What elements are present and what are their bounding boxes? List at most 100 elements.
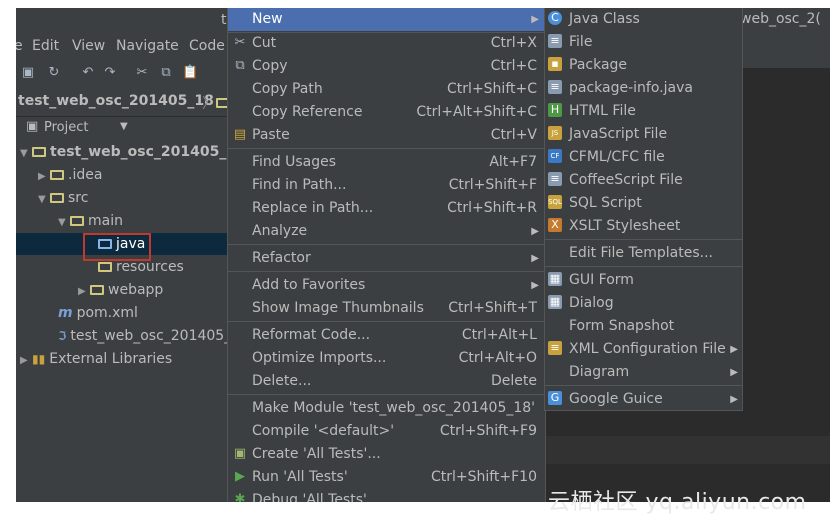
breadcrumb: test_web_osc_201405_18 〉 bbox=[16, 90, 236, 114]
menu-item-reformat-code[interactable]: Reformat Code... Ctrl+Alt+L bbox=[228, 324, 545, 347]
menu-item-debug-all-tests[interactable]: ✱ Debug 'All Tests' bbox=[228, 489, 545, 502]
submenu-item-file[interactable]: ≡ File bbox=[545, 31, 742, 54]
submenu-item-label: Diagram bbox=[569, 364, 630, 380]
window-title-left: t bbox=[221, 12, 227, 28]
separator bbox=[228, 321, 545, 322]
menu-item-copy-path[interactable]: Copy Path Ctrl+Shift+C bbox=[228, 78, 545, 101]
menu-item-make-module[interactable]: Make Module 'test_web_osc_201405_18' bbox=[228, 397, 545, 420]
module-file-icon: ℑ bbox=[58, 329, 67, 343]
tree-item-resources[interactable]: resources bbox=[98, 256, 184, 278]
tree-item-project-root[interactable]: ▼ test_web_osc_201405_18 bbox=[20, 141, 246, 163]
submenu-item-javascript-file[interactable]: JS JavaScript File bbox=[545, 123, 742, 146]
menu-item-label: Cut bbox=[252, 35, 277, 51]
menu-item-create-all-tests[interactable]: ▣ Create 'All Tests'... bbox=[228, 443, 545, 466]
submenu-arrow-icon: ▶ bbox=[531, 280, 539, 291]
menu-item-shortcut: Ctrl+Alt+Shift+C bbox=[416, 104, 537, 120]
menu-item-find-usages[interactable]: Find Usages Alt+F7 bbox=[228, 151, 545, 174]
menu-item-add-to-favorites[interactable]: Add to Favorites ▶ bbox=[228, 274, 545, 297]
submenu-item-form-snapshot[interactable]: Form Snapshot bbox=[545, 315, 742, 338]
submenu-item-dialog[interactable]: ▦ Dialog bbox=[545, 292, 742, 315]
expand-arrow-icon[interactable]: ▼ bbox=[58, 212, 70, 234]
menu-item-replace-in-path[interactable]: Replace in Path... Ctrl+Shift+R bbox=[228, 197, 545, 220]
chevron-down-icon[interactable]: ▼ bbox=[120, 121, 128, 132]
submenu-item-coffeescript-file[interactable]: ≡ CoffeeScript File bbox=[545, 169, 742, 192]
tree-item-webapp[interactable]: ▶ webapp bbox=[78, 279, 163, 301]
menu-navigate[interactable]: Navigate bbox=[116, 38, 179, 54]
menu-item-refactor[interactable]: Refactor ▶ bbox=[228, 247, 545, 270]
submenu-item-xslt-stylesheet[interactable]: X XSLT Stylesheet bbox=[545, 215, 742, 238]
tree-item-src[interactable]: ▼ src bbox=[38, 187, 88, 209]
submenu-item-sql-script[interactable]: SQL SQL Script bbox=[545, 192, 742, 215]
menu-item-optimize-imports[interactable]: Optimize Imports... Ctrl+Alt+O bbox=[228, 347, 545, 370]
collapse-arrow-icon[interactable]: ▶ bbox=[38, 166, 50, 188]
submenu-item-edit-file-templates[interactable]: Edit File Templates... bbox=[545, 242, 742, 265]
tree-item-idea[interactable]: ▶ .idea bbox=[38, 164, 102, 186]
module-folder-icon bbox=[32, 147, 46, 157]
folder-icon bbox=[50, 193, 64, 203]
java-class-icon: C bbox=[548, 11, 562, 25]
save-icon[interactable]: ▣ bbox=[20, 65, 36, 81]
redo-icon[interactable]: ↷ bbox=[102, 65, 118, 81]
breadcrumb-project[interactable]: test_web_osc_201405_18 bbox=[18, 93, 214, 109]
menu-item-copy-reference[interactable]: Copy Reference Ctrl+Alt+Shift+C bbox=[228, 101, 545, 124]
menu-view[interactable]: View bbox=[72, 38, 105, 54]
submenu-item-label: HTML File bbox=[569, 103, 636, 119]
separator bbox=[545, 266, 742, 267]
menu-item-cut[interactable]: ✂ Cut Ctrl+X bbox=[228, 32, 545, 55]
menu-bar: e Edit View Navigate Code bbox=[16, 35, 236, 59]
menu-item-new[interactable]: New ▶ bbox=[228, 8, 545, 31]
paste-icon[interactable]: 📋 bbox=[182, 65, 198, 81]
tree-item-external-libraries[interactable]: ▶ ▮▮ External Libraries bbox=[20, 348, 172, 370]
submenu-item-package[interactable]: ▪ Package bbox=[545, 54, 742, 77]
menu-item-analyze[interactable]: Analyze ▶ bbox=[228, 220, 545, 243]
maven-icon: m bbox=[58, 305, 73, 321]
menu-code[interactable]: Code bbox=[189, 38, 225, 54]
submenu-item-gui-form[interactable]: ▦ GUI Form bbox=[545, 269, 742, 292]
submenu-item-google-guice[interactable]: G Google Guice ▶ bbox=[545, 388, 742, 411]
menu-item-run-all-tests[interactable]: ▶ Run 'All Tests' Ctrl+Shift+F10 bbox=[228, 466, 545, 489]
window-title: web_osc_2( bbox=[740, 11, 821, 27]
tree-item-label: src bbox=[68, 190, 89, 206]
submenu-item-html-file[interactable]: H HTML File bbox=[545, 100, 742, 123]
submenu-item-cfml-cfc-file[interactable]: CF CFML/CFC file bbox=[545, 146, 742, 169]
collapse-arrow-icon[interactable]: ▶ bbox=[20, 350, 32, 372]
menu-item-compile[interactable]: Compile '<default>' Ctrl+Shift+F9 bbox=[228, 420, 545, 443]
tree-item-java[interactable]: java bbox=[98, 233, 145, 255]
submenu-arrow-icon: ▶ bbox=[531, 14, 539, 25]
submenu-item-label: CFML/CFC file bbox=[569, 149, 665, 165]
submenu-item-label: GUI Form bbox=[569, 272, 634, 288]
project-view-label[interactable]: Project bbox=[44, 120, 88, 135]
collapse-arrow-icon[interactable]: ▶ bbox=[78, 281, 90, 303]
menu-item-copy[interactable]: ⧉ Copy Ctrl+C bbox=[228, 55, 545, 78]
tree-item-iml[interactable]: ℑtest_web_osc_201405_1 bbox=[58, 325, 240, 347]
menu-item-label: Optimize Imports... bbox=[252, 350, 387, 366]
sync-icon[interactable]: ↻ bbox=[46, 65, 62, 81]
tree-item-label: webapp bbox=[108, 282, 164, 298]
menu-item-label: Analyze bbox=[252, 223, 308, 239]
undo-icon[interactable]: ↶ bbox=[80, 65, 96, 81]
dialog-icon: ▦ bbox=[548, 295, 562, 309]
tree-item-label: External Libraries bbox=[49, 351, 173, 367]
submenu-arrow-icon: ▶ bbox=[730, 367, 738, 378]
xslt-stylesheet-icon: X bbox=[548, 218, 562, 232]
folder-icon bbox=[70, 216, 84, 226]
tree-item-label: pom.xml bbox=[76, 305, 138, 321]
copy-icon[interactable]: ⧉ bbox=[158, 65, 174, 81]
menu-item-delete[interactable]: Delete... Delete bbox=[228, 370, 545, 393]
submenu-item-diagram[interactable]: Diagram ▶ bbox=[545, 361, 742, 384]
menu-item-show-image-thumbnails[interactable]: Show Image Thumbnails Ctrl+Shift+T bbox=[228, 297, 545, 320]
tree-item-pom[interactable]: m pom.xml bbox=[58, 302, 138, 324]
menu-edit[interactable]: Edit bbox=[32, 38, 59, 54]
submenu-item-label: package-info.java bbox=[569, 80, 693, 96]
tree-item-main[interactable]: ▼ main bbox=[58, 210, 123, 232]
cut-icon[interactable]: ✂ bbox=[134, 65, 150, 81]
menu-file-fragment[interactable]: e bbox=[16, 38, 23, 54]
submenu-item-java-class[interactable]: C Java Class bbox=[545, 8, 742, 31]
submenu-item-label: CoffeeScript File bbox=[569, 172, 683, 188]
expand-arrow-icon[interactable]: ▼ bbox=[20, 143, 32, 165]
expand-arrow-icon[interactable]: ▼ bbox=[38, 189, 50, 211]
submenu-item-package-info-java[interactable]: ≡ package-info.java bbox=[545, 77, 742, 100]
menu-item-paste[interactable]: ▤ Paste Ctrl+V bbox=[228, 124, 545, 147]
menu-item-find-in-path[interactable]: Find in Path... Ctrl+Shift+F bbox=[228, 174, 545, 197]
submenu-item-xml-configuration-file[interactable]: ≡ XML Configuration File ▶ bbox=[545, 338, 742, 361]
